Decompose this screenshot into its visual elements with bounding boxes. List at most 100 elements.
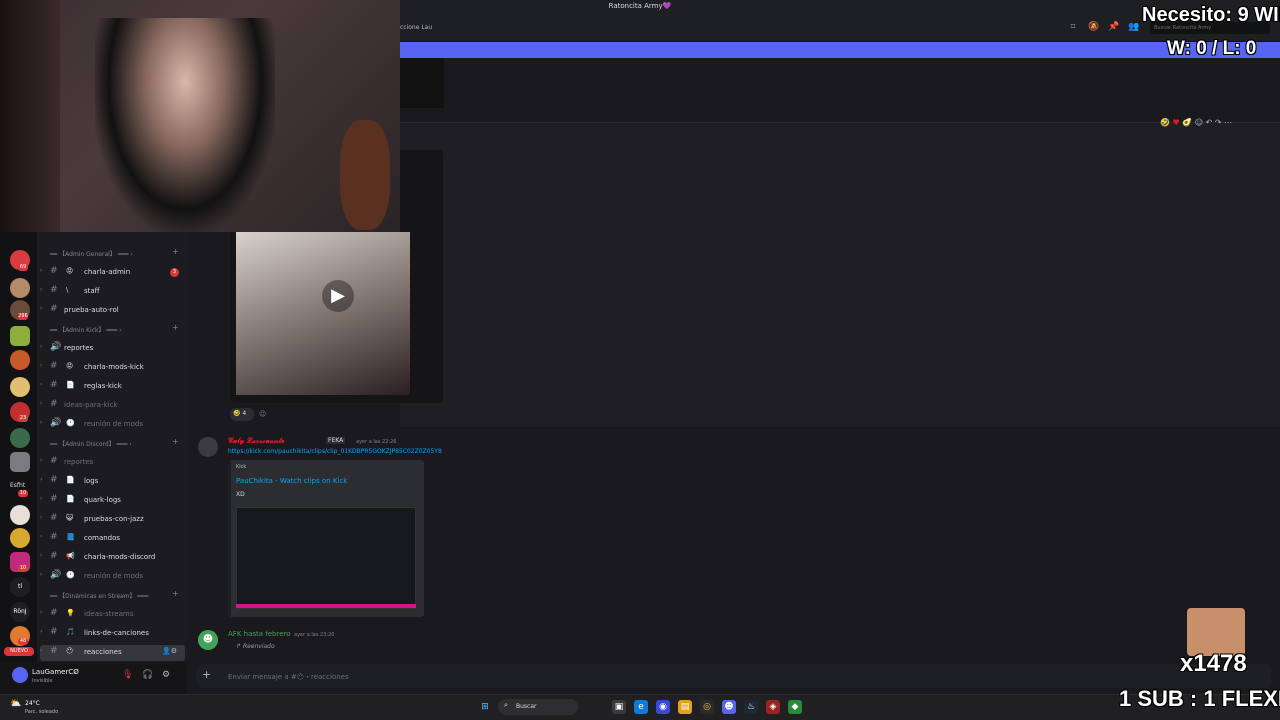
threads-icon[interactable]: ⌗ (1068, 22, 1078, 32)
more-icon[interactable]: ⋯ (1224, 118, 1232, 127)
channel-category[interactable]: ══ 【Admin Kick】 ═══ › (50, 325, 122, 334)
avatar[interactable] (12, 667, 28, 683)
channel-item[interactable]: › # 😡 charla-admin 3 (40, 265, 185, 281)
channel-item[interactable]: › 🔊 🕐 reunión de mods (40, 569, 185, 585)
server-icon[interactable]: tl (10, 577, 30, 597)
channel-item[interactable]: › # 😶 reacciones 👤⚙ (40, 645, 185, 661)
text-channel-icon: # (50, 456, 58, 466)
channel-item[interactable]: › # 📄 reglas-kick (40, 379, 185, 395)
windows-start-icon[interactable]: ⊞ (478, 700, 492, 714)
server-icon[interactable] (10, 452, 30, 472)
chrome-icon[interactable]: ◎ (700, 700, 714, 714)
mute-mic-icon[interactable]: 🎙 (122, 670, 133, 680)
channel-item[interactable]: › # reportes (40, 455, 185, 471)
user-panel (0, 662, 187, 694)
server-icon[interactable]: RönJ (10, 602, 30, 622)
members-icon[interactable]: 👥 (1128, 22, 1139, 32)
message-hovered[interactable] (400, 122, 1280, 427)
add-channel-icon[interactable]: + (172, 589, 179, 598)
taskbar-search[interactable] (498, 699, 578, 715)
app-icon[interactable]: ◈ (766, 700, 780, 714)
channel-item[interactable]: › # 😡 charla-mods-kick (40, 360, 185, 376)
channel-category[interactable]: ══ 【Dinámicas en Stream】 ═══ (50, 591, 148, 600)
add-reaction-icon[interactable]: ☺ (259, 410, 269, 420)
reply-icon[interactable]: ↶ (1206, 118, 1213, 127)
server-icon[interactable] (10, 428, 30, 448)
server-icon[interactable] (10, 505, 30, 525)
reaction-heart-icon[interactable]: ♥ (1173, 118, 1180, 127)
text-channel-icon: # (50, 646, 58, 656)
server-icon[interactable] (10, 278, 30, 298)
weather-icon[interactable]: ⛅ (10, 699, 21, 709)
reaction-pill[interactable]: 🤣 4 (230, 408, 254, 421)
app-icon[interactable]: ◉ (656, 700, 670, 714)
edge-icon[interactable]: e (634, 700, 648, 714)
embed-title[interactable]: PauChikita - Watch clips on Kick (236, 477, 347, 485)
channel-item[interactable]: › # 📄 quark-logs (40, 493, 185, 509)
forward-icon[interactable]: ↷ (1215, 118, 1222, 127)
add-channel-icon[interactable]: + (172, 437, 179, 446)
text-channel-icon: # (50, 399, 58, 409)
channel-item[interactable]: › # 📢 charla-mods-discord (40, 550, 185, 566)
reaction-avocado-icon[interactable]: 🥑 (1182, 118, 1192, 127)
message-input[interactable] (196, 664, 1271, 688)
channel-category[interactable]: ══ 【Admin Discord】 ═══ › (50, 439, 132, 448)
channel-item[interactable]: › 🔊 🕐 reunión de mods (40, 417, 185, 433)
channel-item[interactable]: › # 📄 logs (40, 474, 185, 490)
pin-icon[interactable]: 📌 (1108, 22, 1119, 32)
message-author[interactable]: AFK hasta febrero (228, 630, 291, 638)
expand-arrow-icon: › (40, 533, 43, 540)
expand-arrow-icon: › (40, 514, 43, 521)
avatar[interactable] (198, 437, 218, 457)
user-name[interactable]: LauGamerCØ (32, 668, 79, 676)
message-author[interactable]: 𝓒𝓾𝓵𝔂 𝓛𝓪𝓻𝓻𝓸𝓾𝓪𝓷𝓽𝓮 (228, 437, 284, 446)
task-view-icon[interactable]: ▣ (612, 700, 626, 714)
discord-avatar-icon[interactable]: ☻ (198, 630, 218, 650)
weather-temp: 24°C (25, 700, 40, 707)
server-badge: 10 (18, 565, 28, 572)
channel-emoji-icon: 😡 (66, 362, 74, 370)
deafen-icon[interactable]: 🎧 (142, 670, 153, 680)
search-icon: ⌕ (504, 701, 508, 709)
channel-emoji-icon: 📄 (66, 476, 75, 484)
steam-icon[interactable]: ♨ (744, 700, 758, 714)
embed-image[interactable] (236, 507, 416, 609)
channel-item[interactable]: › # 🎵 links-de-canciones (40, 626, 185, 642)
server-icon[interactable] (10, 326, 30, 346)
weather-desc: Parc. soleado (25, 709, 59, 715)
message-link[interactable]: https://kick.com/pauchikita/clips/clip_0… (228, 448, 442, 455)
add-channel-icon[interactable]: + (172, 323, 179, 332)
channel-item[interactable]: › # 💡 ideas-streams (40, 607, 185, 623)
channel-item[interactable]: › # \ staff (40, 284, 185, 300)
play-icon[interactable]: ▶ (322, 280, 354, 312)
guitar-figure (340, 120, 390, 230)
server-icon[interactable] (10, 350, 30, 370)
expand-arrow-icon: › (40, 647, 43, 654)
file-explorer-icon[interactable]: ▤ (678, 700, 692, 714)
channel-settings-icon[interactable]: 👤⚙ (162, 647, 177, 655)
reaction-laugh-icon[interactable]: 🤣 (1160, 118, 1170, 127)
channel-item[interactable]: › # ideas-para-kick (40, 398, 185, 414)
video-thumbnail[interactable] (236, 232, 410, 395)
add-reaction-icon[interactable]: ☺ (1195, 118, 1203, 127)
expand-arrow-icon: › (40, 343, 43, 350)
channel-item[interactable]: › # 😺 pruebas-con-jazz (40, 512, 185, 528)
channel-item[interactable]: › # 📘 comandos (40, 531, 185, 547)
text-channel-icon: # (50, 532, 58, 542)
channel-name: reunión de mods (84, 572, 143, 580)
add-channel-icon[interactable]: + (172, 247, 179, 256)
channel-category[interactable]: ══ 【Admin General】 ═══ › (50, 249, 133, 258)
channel-name: charla-mods-discord (84, 553, 156, 561)
server-icon[interactable] (10, 377, 30, 397)
server-label[interactable]: Esfht (10, 482, 25, 489)
discord-icon[interactable]: ☻ (722, 700, 736, 714)
channel-item[interactable]: › # prueba-auto-rol (40, 303, 185, 319)
add-attachment-icon[interactable]: + (202, 668, 211, 681)
app-icon[interactable]: ◆ (788, 700, 802, 714)
channel-item[interactable]: › 🔊 reportes (40, 341, 185, 357)
window-title: Ratoncita Army💜 (608, 2, 672, 10)
mute-bell-icon[interactable]: 🔕 (1088, 22, 1099, 32)
forwarded-label: ↱ Reenviado (236, 643, 275, 650)
server-icon[interactable] (10, 528, 30, 548)
settings-gear-icon[interactable]: ⚙ (162, 670, 170, 680)
